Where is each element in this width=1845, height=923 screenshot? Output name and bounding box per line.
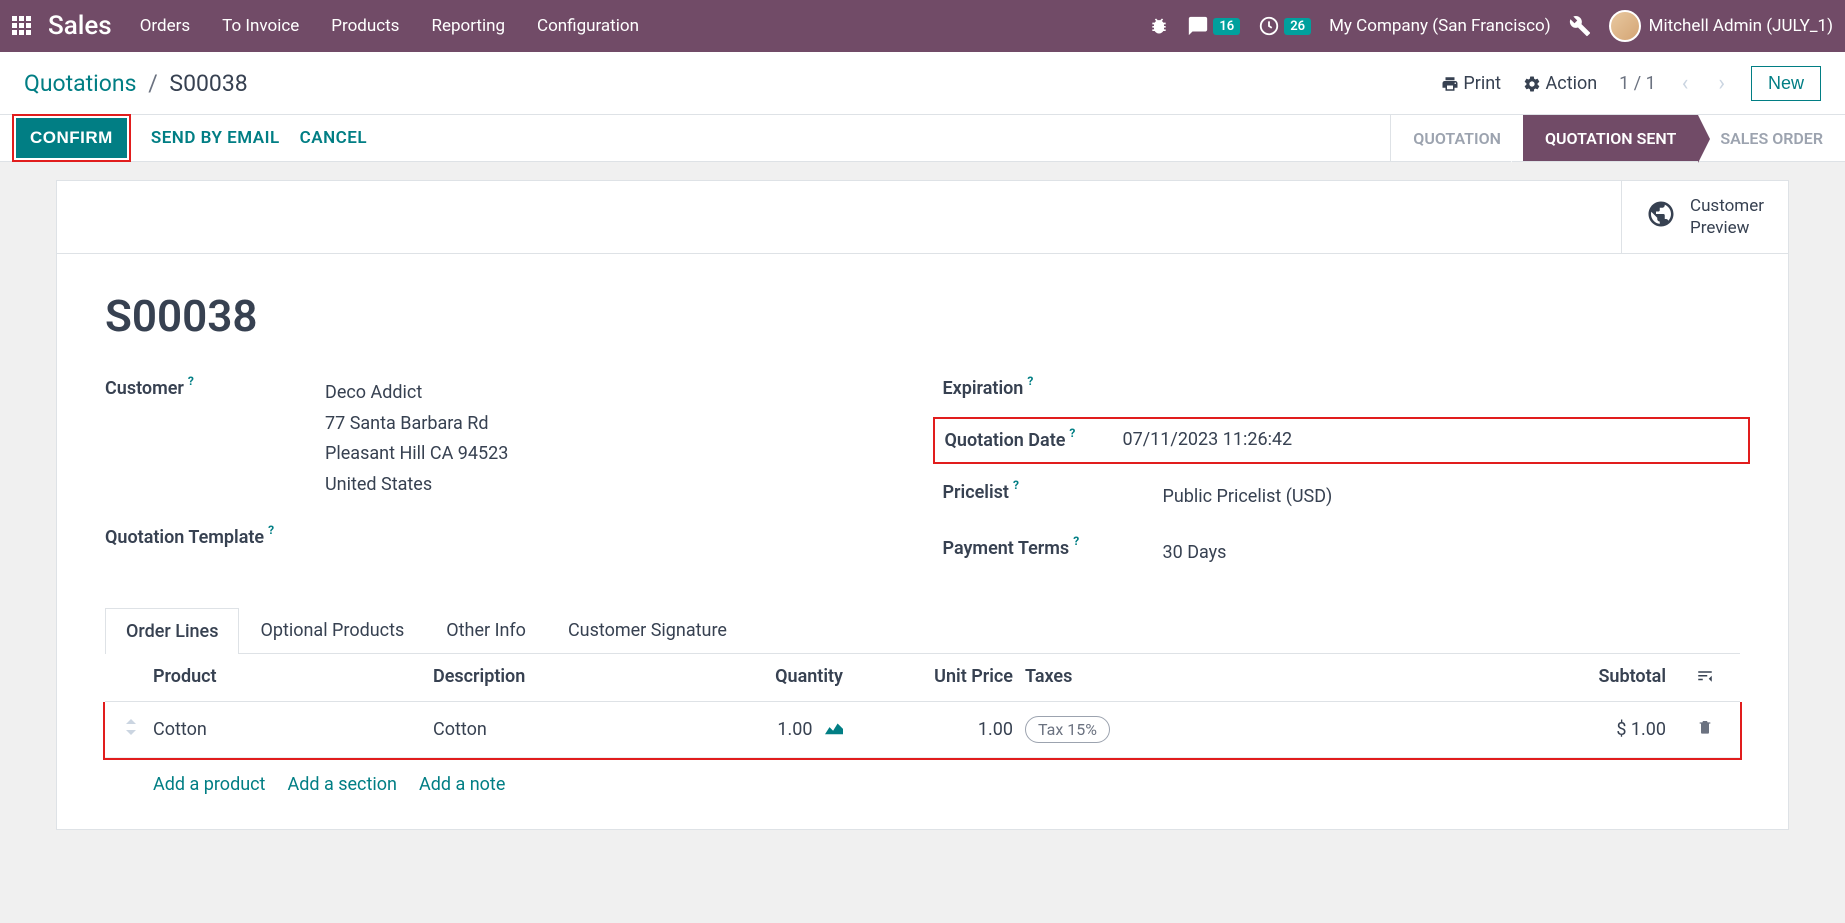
- help-icon[interactable]: ?: [1013, 478, 1019, 492]
- print-button[interactable]: Print: [1441, 73, 1501, 94]
- breadcrumb-row: Quotations / S00038 Print Action 1 / 1 ‹…: [0, 52, 1845, 114]
- new-button[interactable]: New: [1751, 66, 1821, 101]
- messages-badge: 16: [1213, 18, 1240, 35]
- avatar: [1609, 10, 1641, 42]
- value-quotation-date[interactable]: 07/11/2023 11:26:42: [1123, 425, 1293, 456]
- cell-unit-price[interactable]: 1.00: [883, 719, 1013, 740]
- forecast-icon[interactable]: [825, 719, 843, 740]
- customer-preview-label: CustomerPreview: [1690, 195, 1764, 239]
- col-description: Description: [433, 666, 733, 689]
- help-icon[interactable]: ?: [188, 374, 194, 388]
- columns-config-icon[interactable]: [1690, 666, 1720, 689]
- quotation-date-highlight: Quotation Date ? 07/11/2023 11:26:42: [933, 417, 1751, 464]
- form-sheet: CustomerPreview S00038 Customer ? Deco A…: [56, 180, 1789, 830]
- value-customer: Deco Addict 77 Santa Barbara Rd Pleasant…: [325, 378, 508, 500]
- help-icon[interactable]: ?: [1073, 534, 1079, 548]
- stages: QUOTATION QUOTATION SENT SALES ORDER: [1390, 115, 1845, 161]
- stage-sales-order[interactable]: SALES ORDER: [1698, 115, 1845, 161]
- cell-product[interactable]: Cotton: [153, 719, 433, 740]
- field-expiration[interactable]: Expiration ?: [943, 378, 1741, 399]
- col-unit-price: Unit Price: [883, 666, 1013, 689]
- tools-icon[interactable]: [1569, 15, 1591, 37]
- lines-highlight: Cotton Cotton 1.00 1.00 Tax 15% $ 1.00: [103, 702, 1742, 760]
- add-section-link[interactable]: Add a section: [287, 774, 397, 795]
- col-subtotal: Subtotal: [1173, 666, 1690, 689]
- field-pricelist[interactable]: Pricelist ? Public Pricelist (USD): [943, 482, 1741, 513]
- action-label: Action: [1546, 73, 1598, 94]
- label-payment-terms: Payment Terms: [943, 538, 1070, 559]
- stage-quotation[interactable]: QUOTATION: [1391, 115, 1523, 161]
- cell-subtotal: $ 1.00: [1173, 719, 1690, 740]
- pager: 1 / 1: [1619, 73, 1656, 94]
- tabs: Order Lines Optional Products Other Info…: [105, 607, 1740, 654]
- value-payment-terms: 30 Days: [1163, 538, 1227, 569]
- confirm-highlight: CONFIRM: [12, 114, 131, 162]
- label-pricelist: Pricelist: [943, 482, 1009, 503]
- menu-configuration[interactable]: Configuration: [537, 16, 639, 36]
- apps-icon[interactable]: [12, 16, 32, 36]
- col-taxes: Taxes: [1013, 666, 1173, 689]
- globe-icon: [1646, 199, 1676, 236]
- add-note-link[interactable]: Add a note: [419, 774, 505, 795]
- activities-button[interactable]: 26: [1258, 15, 1311, 37]
- label-expiration: Expiration: [943, 378, 1024, 399]
- label-quotation-template: Quotation Template: [105, 527, 264, 548]
- help-icon[interactable]: ?: [268, 523, 274, 537]
- tab-other-info[interactable]: Other Info: [425, 607, 547, 653]
- breadcrumb-current: S00038: [169, 70, 247, 97]
- add-row: Add a product Add a section Add a note: [105, 760, 1740, 809]
- field-quotation-template[interactable]: Quotation Template ?: [105, 527, 903, 548]
- tax-tag: Tax 15%: [1025, 716, 1110, 743]
- tab-optional-products[interactable]: Optional Products: [239, 607, 425, 653]
- menu-products[interactable]: Products: [331, 16, 399, 36]
- send-email-button[interactable]: SEND BY EMAIL: [151, 128, 280, 148]
- cell-quantity[interactable]: 1.00: [733, 719, 883, 740]
- action-button[interactable]: Action: [1523, 73, 1597, 94]
- col-quantity: Quantity: [733, 666, 883, 689]
- company-switcher[interactable]: My Company (San Francisco): [1329, 16, 1551, 36]
- main-menu: Orders To Invoice Products Reporting Con…: [140, 16, 639, 36]
- cell-taxes[interactable]: Tax 15%: [1013, 716, 1173, 743]
- pager-next[interactable]: ›: [1714, 71, 1729, 96]
- breadcrumb-root[interactable]: Quotations: [24, 70, 136, 97]
- delete-line-icon[interactable]: [1690, 718, 1720, 741]
- activities-badge: 26: [1284, 18, 1311, 35]
- field-payment-terms[interactable]: Payment Terms ? 30 Days: [943, 538, 1741, 569]
- menu-reporting[interactable]: Reporting: [431, 16, 505, 36]
- top-navbar: Sales Orders To Invoice Products Reporti…: [0, 0, 1845, 52]
- drag-handle-icon[interactable]: [125, 719, 153, 739]
- confirm-button[interactable]: CONFIRM: [16, 118, 127, 158]
- tab-customer-signature[interactable]: Customer Signature: [547, 607, 748, 653]
- label-customer: Customer: [105, 378, 184, 399]
- messages-button[interactable]: 16: [1187, 15, 1240, 37]
- brand[interactable]: Sales: [48, 11, 112, 41]
- bug-icon[interactable]: [1149, 16, 1169, 37]
- col-product: Product: [153, 666, 433, 689]
- statusbar: CONFIRM SEND BY EMAIL CANCEL QUOTATION Q…: [0, 114, 1845, 162]
- table-row[interactable]: Cotton Cotton 1.00 1.00 Tax 15% $ 1.00: [105, 702, 1740, 758]
- user-name: Mitchell Admin (JULY_1): [1649, 16, 1833, 36]
- label-quotation-date: Quotation Date: [945, 430, 1066, 451]
- cancel-button[interactable]: CANCEL: [300, 128, 367, 148]
- breadcrumb-separator: /: [148, 70, 158, 97]
- help-icon[interactable]: ?: [1027, 374, 1033, 388]
- menu-orders[interactable]: Orders: [140, 16, 190, 36]
- order-title: S00038: [105, 290, 1740, 342]
- breadcrumb: Quotations / S00038: [24, 70, 248, 97]
- value-pricelist: Public Pricelist (USD): [1163, 482, 1333, 513]
- menu-to-invoice[interactable]: To Invoice: [222, 16, 299, 36]
- cell-description[interactable]: Cotton: [433, 719, 733, 740]
- pager-prev[interactable]: ‹: [1678, 71, 1693, 96]
- lines-header: Product Description Quantity Unit Price …: [105, 654, 1740, 702]
- print-label: Print: [1463, 73, 1501, 94]
- help-icon[interactable]: ?: [1069, 426, 1075, 440]
- customer-preview-button[interactable]: CustomerPreview: [1621, 181, 1788, 253]
- user-menu[interactable]: Mitchell Admin (JULY_1): [1609, 10, 1833, 42]
- add-product-link[interactable]: Add a product: [153, 774, 265, 795]
- field-customer[interactable]: Customer ? Deco Addict 77 Santa Barbara …: [105, 378, 903, 500]
- stage-quotation-sent[interactable]: QUOTATION SENT: [1523, 115, 1698, 161]
- tab-order-lines[interactable]: Order Lines: [105, 608, 239, 654]
